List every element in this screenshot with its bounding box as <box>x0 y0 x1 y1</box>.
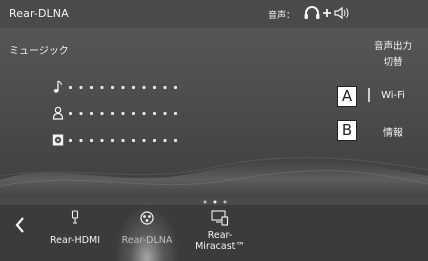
wave-pattern <box>0 157 428 198</box>
headphone-plus-speaker-icon <box>304 6 349 20</box>
back-arrow-icon[interactable] <box>14 216 26 234</box>
artist-icon <box>52 106 64 120</box>
switch-label-line2: 切替 <box>383 57 403 68</box>
source-label: Rear-HDMI <box>49 235 101 246</box>
source-label: Rear-DLNA <box>121 235 173 246</box>
audio-output-switch-button[interactable]: 音声出力 切替 <box>366 39 420 71</box>
info-button[interactable]: 情報 <box>370 124 416 139</box>
dlna-icon <box>140 211 154 225</box>
track-title-placeholder <box>68 85 178 90</box>
source-label-line1: Rear- <box>207 230 233 241</box>
hdmi-icon <box>71 210 79 224</box>
wifi-button[interactable]: Wi-Fi <box>370 90 416 101</box>
source-rear-hdmi[interactable]: Rear-HDMI <box>42 210 108 246</box>
category-label: ミュージック <box>9 46 69 57</box>
album-icon <box>52 134 64 146</box>
artist-name-placeholder <box>68 111 178 116</box>
page-title: Rear-DLNA <box>9 7 69 20</box>
audio-label: 音声： <box>268 11 296 21</box>
miracast-icon <box>211 210 229 226</box>
title-bar: Rear-DLNA 音声： <box>0 0 428 28</box>
screen: Rear-DLNA 音声： ミュージック 音声出力 切替 A B Wi-Fi 情… <box>0 0 428 261</box>
callout-a: A <box>337 86 357 107</box>
source-label-line2: Miracast™ <box>195 241 245 252</box>
callout-b: B <box>337 120 357 141</box>
source-rear-miracast[interactable]: Rear- Miracast™ <box>184 210 256 252</box>
music-note-icon <box>53 80 63 93</box>
album-title-placeholder <box>68 138 178 143</box>
source-rear-dlna[interactable]: Rear-DLNA <box>114 210 180 246</box>
switch-label-line1: 音声出力 <box>373 41 412 52</box>
